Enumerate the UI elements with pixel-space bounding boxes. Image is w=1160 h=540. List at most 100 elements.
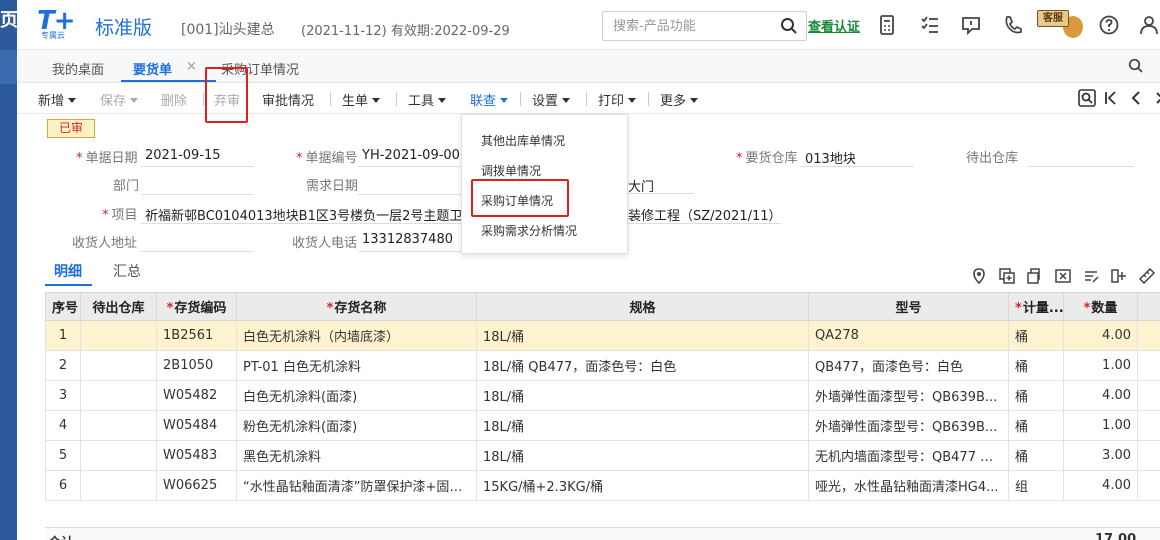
column-header-index[interactable]: 序号: [45, 292, 81, 321]
table-row[interactable]: 1 1B2561 白色无机涂料（内墙底漆） 18L/桶 QA278 桶 4.00: [45, 320, 1160, 351]
table-row[interactable]: 3 W05482 白色无机涂料(面漆) 18L/桶 外墙弹性面漆型号：QB639B...…: [45, 380, 1160, 411]
location-icon[interactable]: [971, 268, 987, 284]
checklist-icon[interactable]: [919, 14, 941, 36]
more-button[interactable]: 更多: [660, 90, 699, 109]
cell-out-warehouse[interactable]: [80, 380, 157, 411]
need-date-field[interactable]: [358, 194, 461, 195]
department-field[interactable]: [141, 194, 254, 195]
cell-item-code[interactable]: W05484: [156, 410, 237, 441]
cell-row-index[interactable]: 3: [45, 380, 81, 411]
help-icon[interactable]: [1098, 14, 1120, 36]
cell-item-code[interactable]: 2B1050: [156, 350, 237, 381]
tab-my-desktop[interactable]: 我的桌面: [52, 59, 104, 78]
cell-unit[interactable]: 桶: [1008, 410, 1064, 441]
cell-quantity[interactable]: 4.00: [1063, 320, 1138, 351]
column-header-item-code[interactable]: *存货编码: [156, 292, 237, 321]
column-header-unit[interactable]: *计量...: [1008, 292, 1064, 321]
cell-row-index[interactable]: 6: [45, 470, 81, 501]
menu-item-purchase-demand-analysis[interactable]: 采购需求分析情况: [481, 222, 577, 239]
cell-item-name[interactable]: PT-01 白色无机涂料: [236, 350, 477, 381]
cell-out-warehouse[interactable]: [80, 440, 157, 471]
previous-record-icon[interactable]: [1129, 90, 1143, 106]
cell-out-warehouse[interactable]: [80, 470, 157, 501]
ruler-icon[interactable]: [1139, 268, 1155, 284]
cell-item-name[interactable]: 黑色无机涂料: [236, 440, 477, 471]
link-query-button[interactable]: 联查: [470, 90, 509, 109]
cell-unit[interactable]: 桶: [1008, 440, 1064, 471]
cell-item-name[interactable]: “水性晶钻釉面清漆”防罩保护漆+固化剂: [236, 470, 477, 501]
cell-out-warehouse[interactable]: [80, 320, 157, 351]
tab-requisition[interactable]: 要货单: [133, 59, 172, 78]
cell-unit[interactable]: 桶: [1008, 350, 1064, 381]
cell-quantity[interactable]: 1.00: [1063, 350, 1138, 381]
cell-out-warehouse[interactable]: [80, 410, 157, 441]
doc-no-field[interactable]: YH-2021-09-0035: [362, 148, 477, 163]
cell-spec[interactable]: 18L/桶: [476, 380, 809, 411]
cell-model[interactable]: 外墙弹性面漆型号：QB639B...: [808, 410, 1009, 441]
company-name[interactable]: [001]汕头建总: [181, 19, 275, 39]
tab-search-icon[interactable]: [1128, 58, 1144, 74]
cell-row-index[interactable]: 1: [45, 320, 81, 351]
calculator-icon[interactable]: [876, 14, 898, 36]
cell-spec[interactable]: 18L/桶: [476, 410, 809, 441]
table-row[interactable]: 4 W05484 粉色无机涂料(面漆) 18L/桶 外墙弹性面漆型号：QB639B...…: [45, 410, 1160, 441]
table-row[interactable]: 5 W05483 黑色无机涂料 18L/桶 无机内墙面漆型号：QB477 色... 桶 3.…: [45, 440, 1160, 471]
doc-date-field[interactable]: 2021-09-15: [145, 148, 221, 163]
insert-row-icon[interactable]: [999, 268, 1015, 284]
customer-service-mascot[interactable]: 客服: [1035, 4, 1087, 46]
out-warehouse-underline[interactable]: [1028, 166, 1134, 167]
user-icon[interactable]: [1138, 14, 1160, 36]
generate-order-button[interactable]: 生单: [342, 90, 381, 109]
search-box[interactable]: [602, 11, 807, 41]
cell-spec[interactable]: 18L/桶: [476, 320, 809, 351]
menu-item-other-outbound[interactable]: 其他出库单情况: [481, 132, 565, 149]
tab-summary[interactable]: 汇总: [113, 261, 141, 281]
phone-icon[interactable]: [1002, 14, 1024, 36]
cell-unit[interactable]: 桶: [1008, 320, 1064, 351]
cell-model[interactable]: 外墙弹性面漆型号：QB639B...: [808, 380, 1009, 411]
warehouse-field[interactable]: 013地块: [805, 148, 856, 167]
settings-button[interactable]: 设置: [532, 90, 571, 109]
tab-detail[interactable]: 明细: [54, 261, 82, 281]
cell-model[interactable]: 哑光，水性晶钻釉面清漆HG4...: [808, 470, 1009, 501]
tools-button[interactable]: 工具: [408, 90, 447, 109]
column-header-item-name[interactable]: *存货名称: [236, 292, 477, 321]
recipient-phone-field[interactable]: 13312837480: [362, 232, 453, 247]
cell-quantity[interactable]: 4.00: [1063, 380, 1138, 411]
cell-model[interactable]: QB477，面漆色号：白色: [808, 350, 1009, 381]
cell-row-index[interactable]: 5: [45, 440, 81, 471]
new-button[interactable]: 新增: [38, 90, 77, 109]
cell-spec[interactable]: 18L/桶 QB477，面漆色号：白色: [476, 350, 809, 381]
zoom-search-icon[interactable]: [1078, 89, 1096, 107]
cell-unit[interactable]: 桶: [1008, 380, 1064, 411]
tab-close-icon[interactable]: ×: [186, 59, 197, 74]
save-button[interactable]: 保存: [100, 90, 139, 109]
approval-status-button[interactable]: 审批情况: [262, 90, 314, 109]
cell-quantity[interactable]: 1.00: [1063, 410, 1138, 441]
app-logo[interactable]: T+ 专属云: [37, 6, 93, 40]
copy-row-icon[interactable]: [1027, 268, 1043, 284]
cell-out-warehouse[interactable]: [80, 350, 157, 381]
cell-model[interactable]: QA278: [808, 320, 1009, 351]
cell-quantity[interactable]: 4.00: [1063, 470, 1138, 501]
column-header-out-warehouse[interactable]: 待出仓库: [80, 292, 157, 321]
cell-model[interactable]: 无机内墙面漆型号：QB477 色...: [808, 440, 1009, 471]
cell-item-code[interactable]: W05482: [156, 380, 237, 411]
cell-quantity[interactable]: 3.00: [1063, 440, 1138, 471]
cell-spec[interactable]: 18L/桶: [476, 440, 809, 471]
cell-item-code[interactable]: 1B2561: [156, 320, 237, 351]
message-icon[interactable]: [960, 14, 982, 36]
column-header-model[interactable]: 型号: [808, 292, 1009, 321]
column-header-spec[interactable]: 规格: [476, 292, 809, 321]
first-record-icon[interactable]: [1104, 90, 1118, 106]
delete-button[interactable]: 删除: [161, 90, 187, 109]
cell-item-code[interactable]: W06625: [156, 470, 237, 501]
cell-item-name[interactable]: 粉色无机涂料(面漆): [236, 410, 477, 441]
cell-item-code[interactable]: W05483: [156, 440, 237, 471]
search-input[interactable]: [603, 12, 773, 40]
project-field[interactable]: 祈福新邨BC0104013地块B1区3号楼负一层2号主题卫生: [145, 205, 475, 224]
search-icon[interactable]: [780, 17, 798, 35]
cell-unit[interactable]: 组: [1008, 470, 1064, 501]
table-row[interactable]: 6 W06625 “水性晶钻釉面清漆”防罩保护漆+固化剂 15KG/桶+2.3KG/桶…: [45, 470, 1160, 501]
cell-item-name[interactable]: 白色无机涂料(面漆): [236, 380, 477, 411]
